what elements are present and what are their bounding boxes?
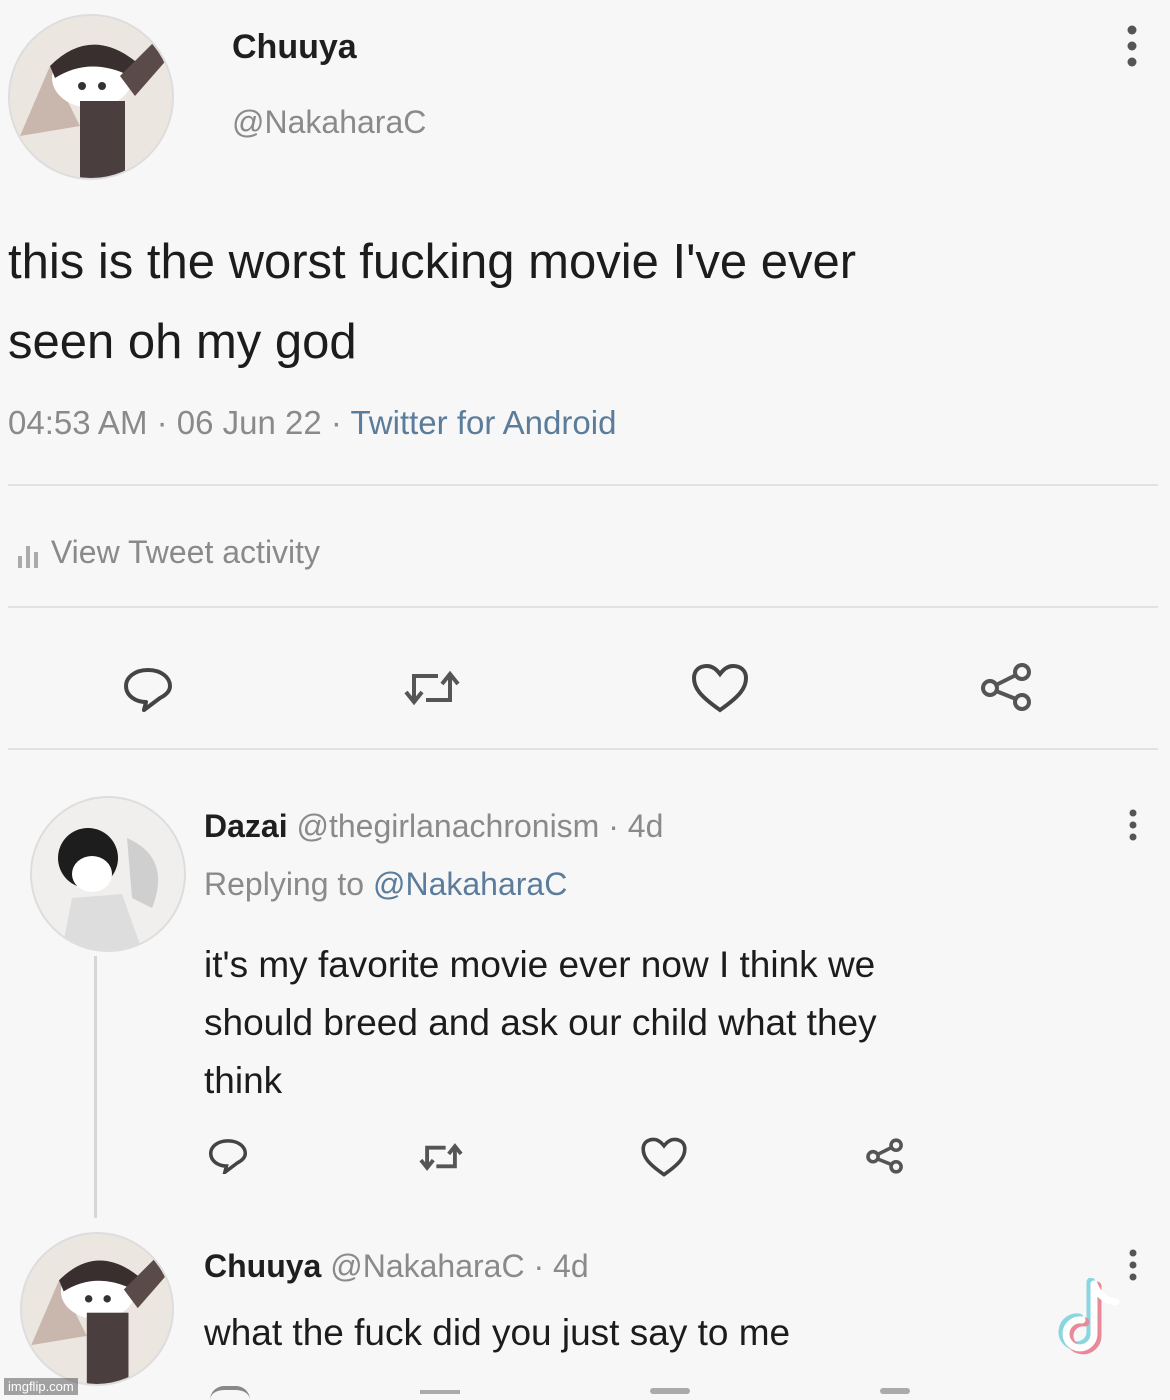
reply-1-retweet-icon[interactable] bbox=[416, 1140, 466, 1174]
main-tweet-text: this is the worst fucking movie I've eve… bbox=[8, 222, 856, 382]
tweet-date: · 06 Jun 22 · bbox=[156, 404, 342, 441]
view-tweet-activity-label: View Tweet activity bbox=[50, 534, 321, 570]
bar-chart-icon bbox=[16, 540, 42, 570]
share-icon[interactable] bbox=[978, 662, 1038, 712]
more-vertical-icon[interactable] bbox=[1126, 24, 1138, 68]
main-display-name[interactable]: Chuuya bbox=[232, 28, 357, 67]
reply-1-text-line-1: it's my favorite movie ever now I think … bbox=[204, 944, 876, 985]
reply-1-text-line-2: should breed and ask our child what they bbox=[204, 1002, 877, 1043]
reply-1-like-icon[interactable] bbox=[640, 1136, 688, 1178]
reply-2-handle-meta[interactable]: @NakaharaC · 4d bbox=[330, 1248, 588, 1284]
bottom-action-row-partial bbox=[0, 1386, 1170, 1396]
thread-line bbox=[94, 956, 97, 1218]
reply-1-text: it's my favorite movie ever now I think … bbox=[204, 936, 877, 1110]
reply-1-handle-meta[interactable]: @thegirlanachronism · 4d bbox=[296, 808, 663, 844]
reply-1-display-name[interactable]: Dazai bbox=[204, 808, 288, 844]
reply-2-display-name[interactable]: Chuuya bbox=[204, 1248, 321, 1284]
retweet-icon[interactable] bbox=[400, 666, 464, 710]
imgflip-watermark: imgflip.com bbox=[4, 1378, 78, 1395]
tweet-time: 04:53 AM bbox=[8, 404, 148, 441]
reply-2-more-icon[interactable] bbox=[1128, 1248, 1138, 1282]
reply-1-reply-icon[interactable] bbox=[206, 1136, 250, 1174]
like-icon[interactable] bbox=[690, 662, 750, 714]
divider-2 bbox=[8, 606, 1158, 608]
divider-3 bbox=[8, 748, 1158, 750]
reply-1-replying-to: Replying to @NakaharaC bbox=[204, 866, 567, 903]
reply-2-text: what the fuck did you just say to me bbox=[204, 1312, 791, 1353]
avatar-chuuya-reply[interactable] bbox=[20, 1232, 174, 1386]
divider-1 bbox=[8, 484, 1158, 486]
main-tweet-meta: 04:53 AM · 06 Jun 22 · Twitter for Andro… bbox=[8, 404, 616, 442]
reply-1-text-line-3: think bbox=[204, 1060, 283, 1101]
main-tweet-text-line-2: seen oh my god bbox=[8, 315, 357, 369]
view-tweet-activity-link[interactable]: View Tweet activity bbox=[16, 534, 320, 571]
reply-1-share-icon[interactable] bbox=[864, 1138, 908, 1174]
reply-icon[interactable] bbox=[120, 664, 176, 712]
replying-to-handle-link[interactable]: @NakaharaC bbox=[373, 866, 567, 902]
reply-1-header: Dazai @thegirlanachronism · 4d bbox=[204, 808, 663, 845]
replying-to-label: Replying to bbox=[204, 866, 365, 902]
main-handle[interactable]: @NakaharaC bbox=[232, 104, 426, 141]
reply-2-header: Chuuya @NakaharaC · 4d bbox=[204, 1248, 589, 1285]
tweet-source-link[interactable]: Twitter for Android bbox=[350, 404, 616, 441]
avatar-dazai[interactable] bbox=[30, 796, 186, 952]
tiktok-logo bbox=[1050, 1278, 1130, 1362]
avatar-chuuya[interactable] bbox=[8, 14, 174, 180]
reply-1-more-icon[interactable] bbox=[1128, 808, 1138, 842]
main-tweet-text-line-1: this is the worst fucking movie I've eve… bbox=[8, 235, 857, 289]
